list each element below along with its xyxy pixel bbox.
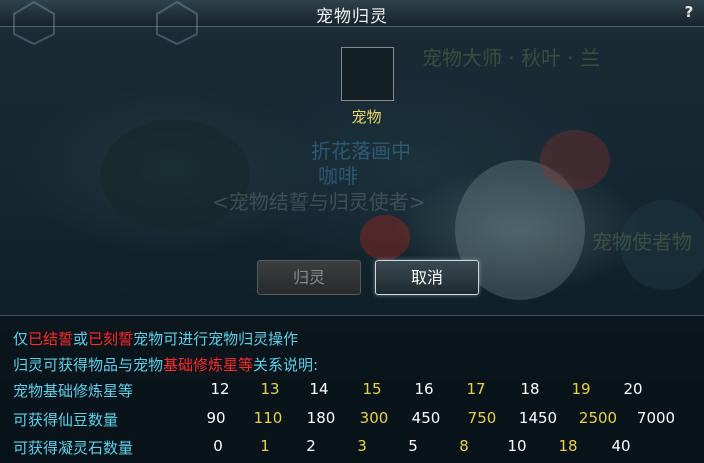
highlight-text: 已刻誓	[88, 330, 134, 348]
dialog-title: 宠物归灵	[316, 7, 388, 27]
table-cell: 1450	[518, 409, 558, 427]
player-name-ghost: 咖啡	[318, 164, 358, 188]
info-text: 仅	[13, 330, 29, 348]
highlight-text: 基础修炼星等	[163, 356, 254, 374]
table-cell: 110	[253, 409, 283, 427]
info-text: 宠物可进行宠物归灵操作	[133, 330, 299, 348]
info-text: 归灵可获得物品与宠物	[13, 356, 164, 374]
return-button[interactable]: 归灵	[257, 260, 361, 295]
npc-right-ghost: 宠物使者物	[592, 230, 692, 254]
table-cell: 19	[571, 380, 591, 398]
table-cell: 16	[414, 380, 434, 398]
pet-return-dialog: 宠物大师 · 秋叶 · 兰 折花落画中 咖啡 <宠物结誓与归灵使者> 宠物使者物…	[0, 0, 704, 463]
table-cell: 15	[362, 380, 382, 398]
table-cell: 300	[359, 409, 389, 427]
pet-slot[interactable]	[341, 47, 394, 101]
info-line-2: 归灵可获得物品与宠物基础修炼星等关系说明:	[13, 354, 318, 375]
table-cell: 750	[467, 409, 497, 427]
table-cell: 17	[466, 380, 486, 398]
table-cell: 2	[306, 437, 316, 455]
cancel-button[interactable]: 取消	[375, 260, 479, 295]
table-cell: 18	[558, 437, 578, 455]
table-cell: 2500	[578, 409, 618, 427]
table-cell: 3	[357, 437, 367, 455]
table-cell: 8	[459, 437, 469, 455]
table-cell: 7000	[636, 409, 676, 427]
table-cell: 12	[210, 380, 230, 398]
table-cell: 18	[520, 380, 540, 398]
table-row-label: 宠物基础修炼星等	[13, 382, 134, 400]
table-cell: 90	[206, 409, 226, 427]
highlight-text: 已结誓	[28, 330, 74, 348]
table-cell: 5	[408, 437, 418, 455]
table-row-label: 可获得凝灵石数量	[13, 439, 134, 457]
info-text: 或	[73, 330, 89, 348]
pet-slot-label: 宠物	[351, 108, 382, 126]
info-line-1: 仅已结誓或已刻誓宠物可进行宠物归灵操作	[13, 328, 298, 349]
title-bar: 宠物归灵 ?	[0, 0, 704, 46]
table-cell: 13	[260, 380, 280, 398]
npc-title-ghost: <宠物结誓与归灵使者>	[212, 190, 426, 214]
table-cell: 20	[623, 380, 643, 398]
info-text: 关系说明:	[253, 356, 319, 374]
table-cell: 10	[507, 437, 527, 455]
table-cell: 180	[306, 409, 336, 427]
table-cell: 14	[309, 380, 329, 398]
npc-name-ghost: 宠物大师 · 秋叶 · 兰	[422, 46, 601, 70]
table-row-label: 可获得仙豆数量	[13, 411, 119, 429]
table-cell: 450	[411, 409, 441, 427]
help-icon[interactable]: ?	[680, 3, 698, 21]
player-guild-ghost: 折花落画中	[311, 139, 411, 163]
table-cell: 40	[611, 437, 631, 455]
